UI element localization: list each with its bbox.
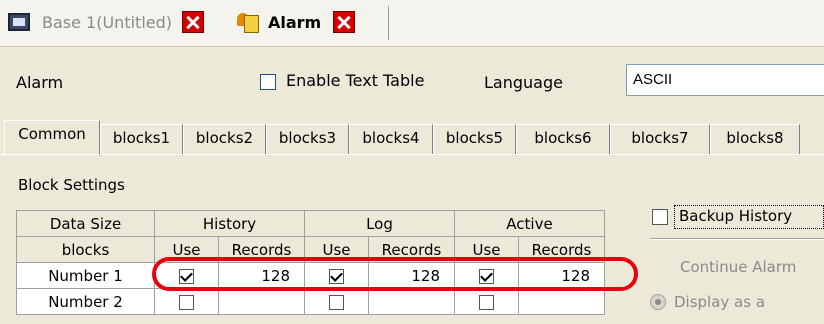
close-icon[interactable]	[182, 11, 204, 33]
language-select[interactable]: ASCII	[626, 64, 824, 96]
tab-blocks6[interactable]: blocks6	[516, 124, 610, 154]
row-label: Number 2	[16, 288, 155, 315]
alarm-icon	[236, 11, 259, 33]
log-use-checkbox[interactable]	[329, 294, 344, 310]
backup-history-label: Backup History	[674, 205, 824, 229]
display-as-radio[interactable]	[650, 294, 666, 310]
enable-text-table-label: Enable Text Table	[286, 71, 425, 90]
active-records-cell[interactable]	[518, 288, 605, 315]
tab-blocks1[interactable]: blocks1	[100, 124, 183, 154]
divider	[650, 238, 824, 240]
column-header: Use	[454, 236, 519, 263]
page-title: Alarm	[16, 73, 64, 92]
backup-history-checkbox[interactable]	[652, 209, 668, 225]
history-records-cell[interactable]	[218, 288, 305, 315]
column-header: Log	[304, 210, 455, 237]
tab-panel-border	[0, 154, 824, 155]
history-use-checkbox[interactable]	[179, 268, 194, 284]
log-records-cell[interactable]	[368, 288, 455, 315]
history-use-checkbox[interactable]	[179, 294, 194, 310]
block-settings-title: Block Settings	[18, 176, 125, 194]
enable-text-table-checkbox[interactable]	[260, 74, 276, 90]
history-records-cell[interactable]: 128	[218, 262, 305, 289]
table-header-row: Data Size History Log Active	[16, 210, 605, 237]
doc-tab-base1[interactable]: Base 1(Untitled)	[8, 0, 204, 44]
tab-blocks3[interactable]: blocks3	[266, 124, 349, 154]
language-label: Language	[484, 73, 563, 92]
doc-tab-alarm[interactable]: Alarm	[236, 0, 356, 44]
document-tab-strip: Base 1(Untitled) Alarm	[0, 0, 824, 47]
table-row: Number 2	[16, 288, 605, 315]
tab-blocks4[interactable]: blocks4	[349, 124, 433, 154]
table-subheader-row: blocks Use Records Use Records Use Recor…	[16, 236, 605, 263]
property-tabs: Common blocks1 blocks2 blocks3 blocks4 b…	[0, 120, 824, 156]
column-header: Active	[454, 210, 605, 237]
column-header: Records	[518, 236, 605, 263]
row-label: Number 1	[16, 262, 155, 289]
column-header: Records	[218, 236, 305, 263]
table-row: Number 1 128 128 128	[16, 262, 605, 289]
column-header: Use	[154, 236, 219, 263]
close-icon[interactable]	[333, 11, 356, 33]
active-records-cell[interactable]: 128	[518, 262, 605, 289]
column-header: Records	[368, 236, 455, 263]
active-use-checkbox[interactable]	[479, 294, 494, 310]
continue-alarm-label: Continue Alarm	[680, 258, 797, 276]
log-records-cell[interactable]: 128	[368, 262, 455, 289]
doc-tab-base1-label: Base 1(Untitled)	[42, 12, 172, 32]
column-header: Data Size	[16, 210, 155, 237]
tab-common[interactable]: Common	[4, 120, 100, 156]
column-header: Use	[304, 236, 369, 263]
column-header: History	[154, 210, 305, 237]
screen-icon	[8, 13, 30, 31]
tab-divider	[388, 6, 389, 40]
active-use-checkbox[interactable]	[479, 268, 494, 284]
block-settings-table: Data Size History Log Active blocks Use …	[16, 210, 605, 315]
tab-blocks8[interactable]: blocks8	[710, 124, 800, 154]
doc-tab-alarm-label: Alarm	[268, 12, 322, 32]
tab-blocks5[interactable]: blocks5	[433, 124, 516, 154]
column-header: blocks	[16, 236, 155, 263]
display-as-label: Display as a	[674, 293, 766, 311]
tab-blocks7[interactable]: blocks7	[610, 124, 710, 154]
tab-blocks2[interactable]: blocks2	[183, 124, 266, 154]
log-use-checkbox[interactable]	[329, 268, 344, 284]
